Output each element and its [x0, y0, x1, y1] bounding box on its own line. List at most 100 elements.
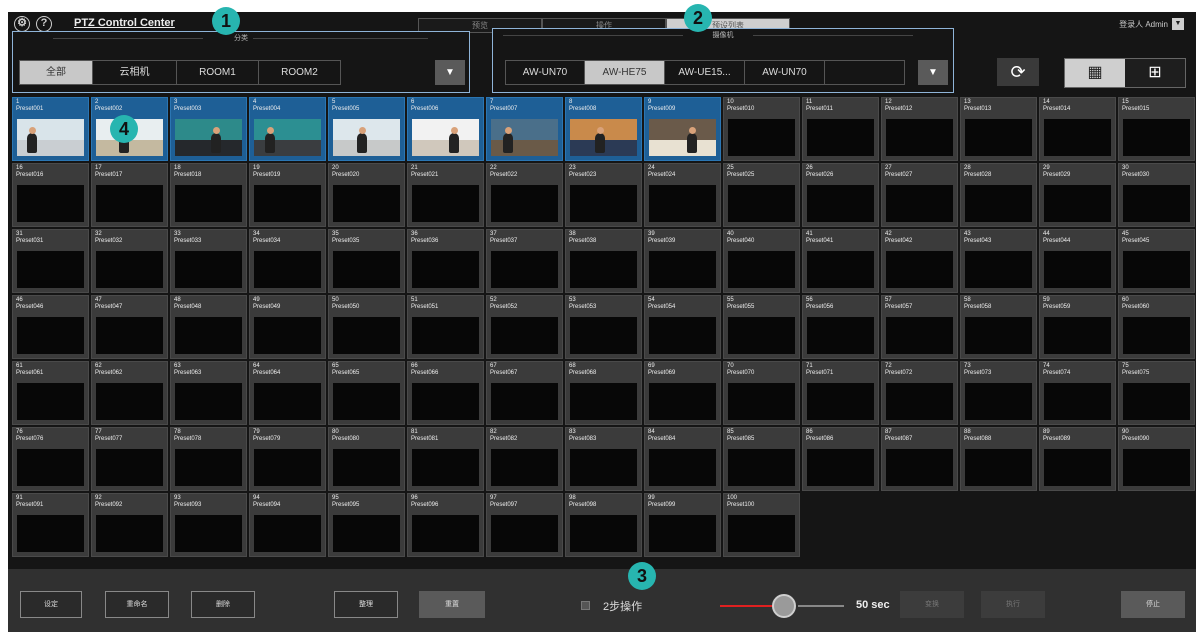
preset-tile[interactable]: 55 Preset055: [723, 295, 800, 359]
preset-tile[interactable]: 75 Preset075: [1118, 361, 1195, 425]
category-dropdown-button[interactable]: ▼: [435, 60, 465, 85]
category-room1[interactable]: ROOM1: [177, 60, 259, 85]
preset-tile[interactable]: 14 Preset014: [1039, 97, 1116, 161]
preset-tile[interactable]: 83 Preset083: [565, 427, 642, 491]
preset-tile[interactable]: 43 Preset043: [960, 229, 1037, 293]
preset-tile[interactable]: 99 Preset099: [644, 493, 721, 557]
preset-tile[interactable]: 61 Preset061: [12, 361, 89, 425]
preset-tile[interactable]: 39 Preset039: [644, 229, 721, 293]
preset-tile[interactable]: 70 Preset070: [723, 361, 800, 425]
category-all[interactable]: 全部: [19, 60, 93, 85]
preset-tile[interactable]: 37 Preset037: [486, 229, 563, 293]
preset-tile[interactable]: 21 Preset021: [407, 163, 484, 227]
preset-tile[interactable]: 49 Preset049: [249, 295, 326, 359]
preset-tile[interactable]: 16 Preset016: [12, 163, 89, 227]
preset-tile[interactable]: 51 Preset051: [407, 295, 484, 359]
speed-slider-track[interactable]: [798, 605, 844, 607]
help-icon[interactable]: ?: [36, 16, 52, 32]
preset-tile[interactable]: 3 Preset003: [170, 97, 247, 161]
preset-tile[interactable]: 59 Preset059: [1039, 295, 1116, 359]
refresh-icon[interactable]: ⟳: [997, 58, 1039, 86]
delete-button[interactable]: 删除: [191, 591, 255, 618]
preset-tile[interactable]: 44 Preset044: [1039, 229, 1116, 293]
preset-tile[interactable]: 96 Preset096: [407, 493, 484, 557]
preset-tile[interactable]: 20 Preset020: [328, 163, 405, 227]
preset-tile[interactable]: 27 Preset027: [881, 163, 958, 227]
camera-aw-ue15[interactable]: AW-UE15...: [665, 60, 745, 85]
camera-aw-he75[interactable]: AW-HE75: [585, 60, 665, 85]
preset-tile[interactable]: 8 Preset008: [565, 97, 642, 161]
preset-tile[interactable]: 89 Preset089: [1039, 427, 1116, 491]
preset-tile[interactable]: 94 Preset094: [249, 493, 326, 557]
preset-tile[interactable]: 68 Preset068: [565, 361, 642, 425]
preset-tile[interactable]: 93 Preset093: [170, 493, 247, 557]
reset-button[interactable]: 重置: [419, 591, 485, 618]
preset-tile[interactable]: 64 Preset064: [249, 361, 326, 425]
speed-slider-knob[interactable]: [772, 594, 796, 618]
preset-tile[interactable]: 92 Preset092: [91, 493, 168, 557]
settings-button[interactable]: 设定: [20, 591, 82, 618]
two-step-checkbox[interactable]: [581, 601, 590, 610]
preset-tile[interactable]: 26 Preset026: [802, 163, 879, 227]
preset-tile[interactable]: 31 Preset031: [12, 229, 89, 293]
grid-large-view-icon[interactable]: ⊞: [1125, 59, 1185, 87]
preset-tile[interactable]: 77 Preset077: [91, 427, 168, 491]
preset-tile[interactable]: 90 Preset090: [1118, 427, 1195, 491]
confirm-button[interactable]: 变换: [900, 591, 964, 618]
preset-tile[interactable]: 69 Preset069: [644, 361, 721, 425]
preset-tile[interactable]: 23 Preset023: [565, 163, 642, 227]
grid-small-view-icon[interactable]: ▦: [1065, 59, 1125, 87]
preset-tile[interactable]: 25 Preset025: [723, 163, 800, 227]
preset-tile[interactable]: 6 Preset006: [407, 97, 484, 161]
category-cloud-camera[interactable]: 云相机: [93, 60, 177, 85]
preset-tile[interactable]: 58 Preset058: [960, 295, 1037, 359]
preset-tile[interactable]: 97 Preset097: [486, 493, 563, 557]
preset-tile[interactable]: 52 Preset052: [486, 295, 563, 359]
preset-tile[interactable]: 67 Preset067: [486, 361, 563, 425]
execute-button[interactable]: 执行: [981, 591, 1045, 618]
preset-tile[interactable]: 62 Preset062: [91, 361, 168, 425]
preset-tile[interactable]: 36 Preset036: [407, 229, 484, 293]
preset-tile[interactable]: 12 Preset012: [881, 97, 958, 161]
preset-tile[interactable]: 42 Preset042: [881, 229, 958, 293]
preset-tile[interactable]: 57 Preset057: [881, 295, 958, 359]
preset-tile[interactable]: 88 Preset088: [960, 427, 1037, 491]
camera-dropdown-button[interactable]: ▼: [918, 60, 948, 85]
preset-tile[interactable]: 38 Preset038: [565, 229, 642, 293]
preset-tile[interactable]: 50 Preset050: [328, 295, 405, 359]
preset-tile[interactable]: 11 Preset011: [802, 97, 879, 161]
preset-tile[interactable]: 22 Preset022: [486, 163, 563, 227]
login-dropdown-icon[interactable]: ▼: [1172, 18, 1184, 30]
preset-tile[interactable]: 63 Preset063: [170, 361, 247, 425]
settings-gear-icon[interactable]: ⚙: [14, 16, 30, 32]
preset-tile[interactable]: 74 Preset074: [1039, 361, 1116, 425]
preset-tile[interactable]: 48 Preset048: [170, 295, 247, 359]
camera-aw-un70-1[interactable]: AW-UN70: [505, 60, 585, 85]
preset-tile[interactable]: 19 Preset019: [249, 163, 326, 227]
preset-tile[interactable]: 24 Preset024: [644, 163, 721, 227]
preset-tile[interactable]: 45 Preset045: [1118, 229, 1195, 293]
preset-tile[interactable]: 82 Preset082: [486, 427, 563, 491]
preset-tile[interactable]: 71 Preset071: [802, 361, 879, 425]
preset-tile[interactable]: 72 Preset072: [881, 361, 958, 425]
preset-tile[interactable]: 81 Preset081: [407, 427, 484, 491]
preset-tile[interactable]: 4 Preset004: [249, 97, 326, 161]
organize-button[interactable]: 整理: [334, 591, 398, 618]
preset-tile[interactable]: 46 Preset046: [12, 295, 89, 359]
preset-tile[interactable]: 86 Preset086: [802, 427, 879, 491]
preset-tile[interactable]: 100 Preset100: [723, 493, 800, 557]
preset-tile[interactable]: 7 Preset007: [486, 97, 563, 161]
preset-tile[interactable]: 35 Preset035: [328, 229, 405, 293]
preset-tile[interactable]: 56 Preset056: [802, 295, 879, 359]
camera-aw-un70-2[interactable]: AW-UN70: [745, 60, 825, 85]
stop-button[interactable]: 停止: [1121, 591, 1185, 618]
preset-tile[interactable]: 60 Preset060: [1118, 295, 1195, 359]
preset-tile[interactable]: 13 Preset013: [960, 97, 1037, 161]
preset-tile[interactable]: 5 Preset005: [328, 97, 405, 161]
preset-tile[interactable]: 10 Preset010: [723, 97, 800, 161]
preset-tile[interactable]: 30 Preset030: [1118, 163, 1195, 227]
preset-tile[interactable]: 76 Preset076: [12, 427, 89, 491]
preset-tile[interactable]: 29 Preset029: [1039, 163, 1116, 227]
preset-tile[interactable]: 33 Preset033: [170, 229, 247, 293]
preset-tile[interactable]: 80 Preset080: [328, 427, 405, 491]
